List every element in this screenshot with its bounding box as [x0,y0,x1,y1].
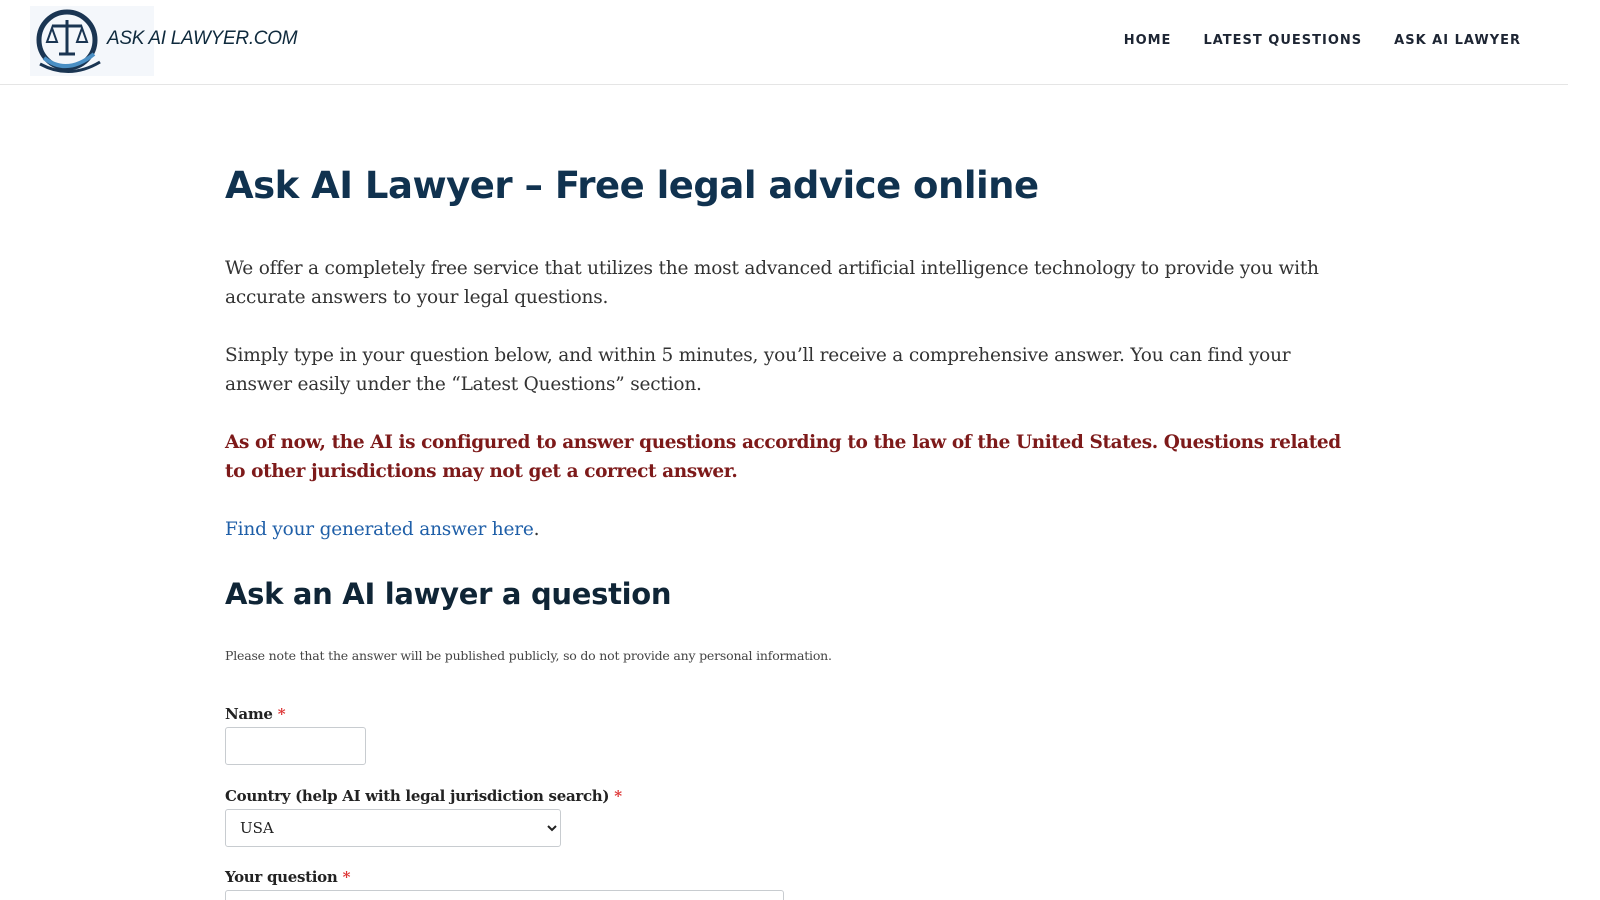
required-marker: * [342,868,351,886]
question-form: Name * Country (help AI with legal juris… [225,704,1355,900]
question-textarea[interactable] [225,890,784,900]
nav-item-latest-questions[interactable]: LATEST QUESTIONS [1203,33,1362,48]
answer-link-paragraph: Find your generated answer here. [225,515,1355,544]
name-input[interactable] [225,727,366,765]
site-logo-link[interactable]: ASK AI LAWYER.COM [30,6,298,76]
page-title: Ask AI Lawyer – Free legal advice online [225,164,1039,207]
main-content: Ask AI Lawyer – Free legal advice online… [225,160,1355,900]
instructions-paragraph: Simply type in your question below, and … [225,345,1291,395]
nav-item-ask-ai-lawyer[interactable]: ASK AI LAWYER [1394,33,1521,48]
required-marker: * [614,787,622,805]
intro-paragraph: We offer a completely free service that … [225,258,1319,308]
scales-of-justice-icon: ASK AI LAWYER.COM [30,6,298,76]
main-nav: HOME LATEST QUESTIONS ASK AI LAWYER [1124,33,1521,48]
question-label: Your question [225,868,338,886]
name-field-group: Name * [225,704,1355,765]
site-header: ASK AI LAWYER.COM HOME LATEST QUESTIONS … [0,0,1568,85]
country-field-group: Country (help AI with legal jurisdiction… [225,786,1355,847]
nav-item-home[interactable]: HOME [1124,33,1172,48]
required-marker: * [277,705,286,723]
name-label: Name [225,705,273,723]
form-heading: Ask an AI lawyer a question [225,577,672,611]
country-label: Country (help AI with legal jurisdiction… [225,787,610,805]
jurisdiction-warning: As of now, the AI is configured to answe… [225,432,1341,482]
answer-link[interactable]: Find your generated answer here [225,519,534,540]
privacy-note: Please note that the answer will be publ… [225,648,832,663]
country-select[interactable]: USA [225,809,561,847]
answer-link-suffix: . [533,519,540,540]
question-field-group: Your question * [225,867,1355,900]
logo-text: ASK AI LAWYER.COM [107,28,298,49]
